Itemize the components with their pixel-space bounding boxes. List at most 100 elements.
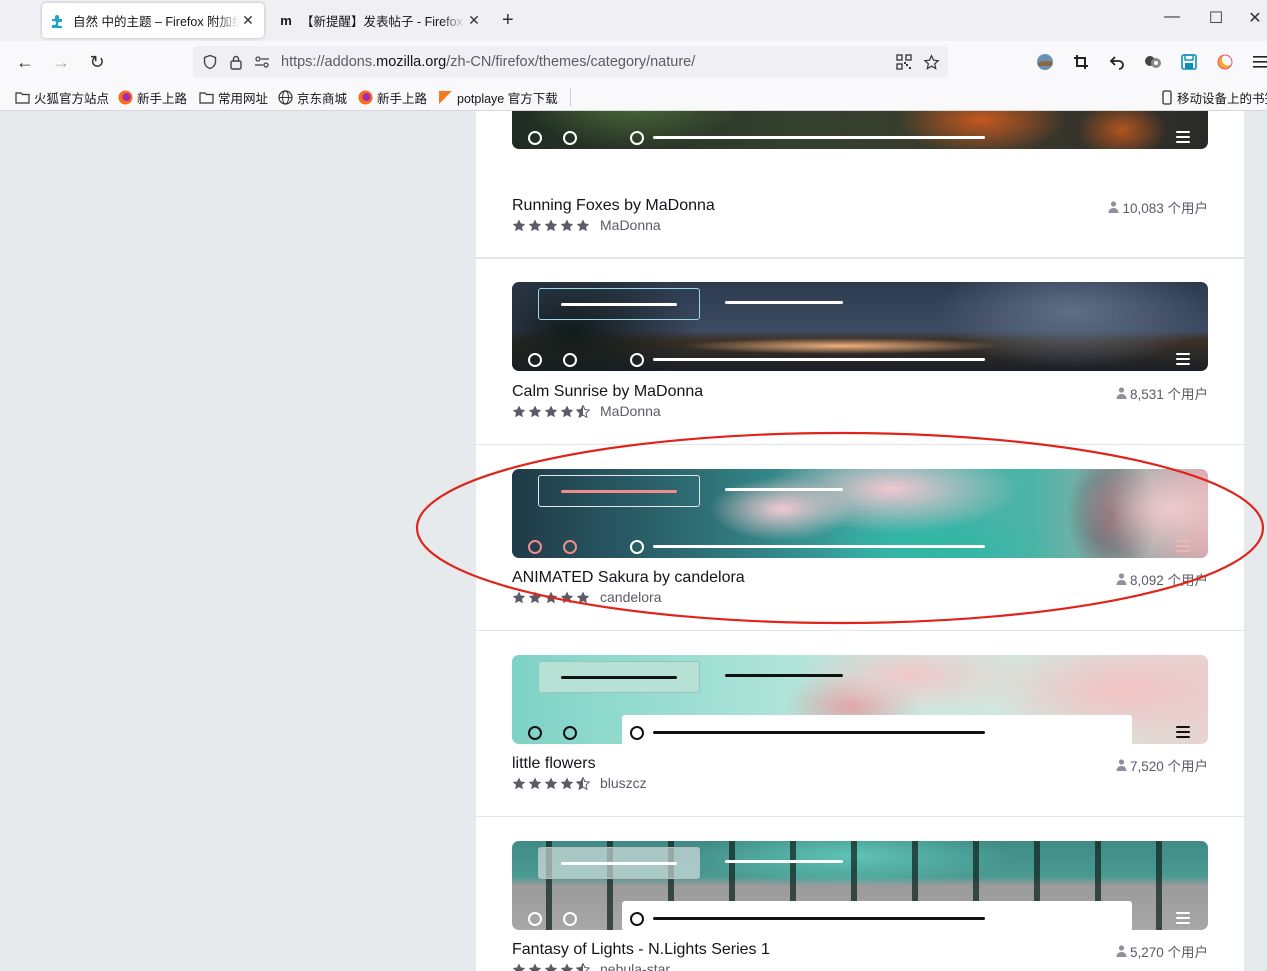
theme-name[interactable]: ANIMATED Sakura by candelora	[512, 569, 745, 587]
theme-rating: MaDonna	[512, 403, 661, 419]
theme-rating: nebula-star	[512, 961, 670, 971]
permissions-icon[interactable]	[251, 51, 273, 73]
theme-users: 7,520 个用户	[1116, 755, 1208, 775]
theme-card[interactable]	[476, 111, 1244, 259]
firefox-icon	[357, 90, 373, 106]
folder-icon	[14, 90, 30, 106]
bookmark-label: 京东商城	[297, 92, 348, 106]
bookmark-label: 火狐官方站点	[34, 92, 110, 106]
star-half-icon	[576, 776, 590, 790]
star-icon	[544, 405, 558, 417]
star-icon	[560, 219, 574, 231]
star-icon	[576, 591, 590, 603]
users-count: 8,092 个用户	[1129, 573, 1208, 588]
divider	[476, 257, 1244, 258]
person-icon	[1108, 201, 1119, 213]
dark-mode-icon[interactable]	[1214, 51, 1236, 73]
star-icon	[512, 777, 526, 789]
bookmarks-toolbar: 火狐官方站点 新手上路 常用网址 京东商城 新手上路 potplaye 官方下载…	[0, 83, 1267, 111]
reload-icon[interactable]: ↻	[86, 51, 108, 73]
star-icon	[560, 777, 574, 789]
star-icon	[528, 963, 542, 971]
theme-author[interactable]: nebula-star	[600, 961, 670, 971]
star-icon	[576, 219, 590, 231]
firefox-icon	[117, 90, 133, 106]
star-half-icon	[576, 404, 590, 418]
close-icon[interactable]: ✕	[466, 12, 482, 29]
potplayer-icon	[437, 90, 453, 106]
theme-name[interactable]: Calm Sunrise by MaDonna	[512, 383, 703, 401]
avatar-icon[interactable]	[1034, 51, 1056, 73]
theme-users: 5,270 个用户	[1116, 941, 1208, 961]
star-icon	[512, 963, 526, 971]
theme-preview[interactable]	[512, 469, 1208, 558]
lock-icon[interactable]	[225, 51, 247, 73]
theme-author[interactable]: MaDonna	[600, 217, 661, 233]
users-count: 10,083 个用户	[1122, 201, 1208, 216]
maximize-icon[interactable]: ☐	[1204, 8, 1228, 28]
bookmark-label: 新手上路	[137, 92, 188, 106]
bookmark-item[interactable]: 常用网址	[198, 88, 268, 107]
theme-users: 8,531 个用户	[1116, 383, 1208, 403]
url-text[interactable]: https://addons.mozilla.org/zh-CN/firefox…	[281, 54, 695, 70]
bookmark-separator	[570, 88, 571, 106]
person-icon	[1116, 759, 1127, 771]
theme-preview[interactable]	[512, 655, 1208, 744]
close-icon[interactable]: ✕	[240, 12, 256, 29]
bookmark-item[interactable]: 新手上路	[357, 88, 427, 107]
back-icon[interactable]: ←	[14, 51, 36, 73]
close-window-icon[interactable]: ✕	[1243, 8, 1267, 28]
undo-icon[interactable]	[1106, 51, 1128, 73]
theme-name[interactable]: little flowers	[512, 755, 596, 773]
puzzle-icon	[50, 13, 66, 29]
star-icon	[528, 219, 542, 231]
person-icon	[1116, 387, 1127, 399]
person-icon	[1116, 573, 1127, 585]
tab-title: 自然 中的主题 – Firefox 附加组件	[73, 15, 240, 29]
star-icon	[512, 219, 526, 231]
shield-icon[interactable]	[199, 51, 221, 73]
theme-name[interactable]: Fantasy of Lights - N.Lights Series 1	[512, 941, 770, 959]
save-icon[interactable]	[1178, 51, 1200, 73]
forward-icon[interactable]: →	[50, 51, 72, 73]
qr-code-icon[interactable]	[893, 51, 915, 73]
extension-icon[interactable]	[1142, 51, 1164, 73]
crop-icon[interactable]	[1070, 51, 1092, 73]
bookmark-item[interactable]: 新手上路	[117, 88, 187, 107]
theme-preview[interactable]	[512, 111, 1208, 149]
bookmark-star-icon[interactable]	[920, 51, 942, 73]
navigation-toolbar: ← → ↻ https://addons.mozilla.org/zh-CN/f…	[0, 41, 1267, 83]
theme-preview[interactable]	[512, 841, 1208, 930]
star-half-icon	[576, 962, 590, 971]
m-icon: m	[280, 13, 292, 28]
star-icon	[512, 405, 526, 417]
theme-preview[interactable]	[512, 282, 1208, 371]
new-tab-button[interactable]: +	[502, 10, 514, 30]
bookmark-item[interactable]: 火狐官方站点	[14, 88, 109, 107]
theme-list: Running Foxes by MaDonna MaDonna 10,083 …	[476, 111, 1244, 971]
theme-author[interactable]: candelora	[600, 589, 662, 605]
users-count: 7,520 个用户	[1129, 759, 1208, 774]
minimize-icon[interactable]: —	[1160, 8, 1184, 26]
bookmark-label: 常用网址	[218, 92, 269, 106]
person-icon	[1116, 945, 1127, 957]
bookmark-item[interactable]: potplaye 官方下载	[437, 88, 558, 107]
bookmark-item[interactable]: 京东商城	[277, 88, 347, 107]
tab-title: 【新提醒】发表帖子 - Firefox 火狐	[301, 15, 466, 29]
tab-inactive[interactable]: m 【新提醒】发表帖子 - Firefox 火狐 ✕	[270, 3, 490, 38]
divider	[476, 444, 1244, 445]
bookmark-label: 新手上路	[377, 92, 428, 106]
users-count: 8,531 个用户	[1129, 387, 1208, 402]
theme-users: 10,083 个用户	[1108, 197, 1208, 217]
star-icon	[560, 405, 574, 417]
mobile-bookmarks[interactable]: 移动设备上的书签	[1161, 88, 1267, 107]
menu-icon[interactable]	[1249, 51, 1267, 73]
star-icon	[544, 219, 558, 231]
theme-author[interactable]: bluszcz	[600, 775, 647, 791]
bookmark-label: potplaye 官方下载	[457, 92, 558, 106]
url-bar[interactable]: https://addons.mozilla.org/zh-CN/firefox…	[193, 46, 948, 78]
theme-author[interactable]: MaDonna	[600, 403, 661, 419]
theme-users: 8,092 个用户	[1116, 569, 1208, 589]
theme-name[interactable]: Running Foxes by MaDonna	[512, 197, 715, 215]
tab-active[interactable]: 自然 中的主题 – Firefox 附加组件 ✕	[42, 3, 264, 38]
